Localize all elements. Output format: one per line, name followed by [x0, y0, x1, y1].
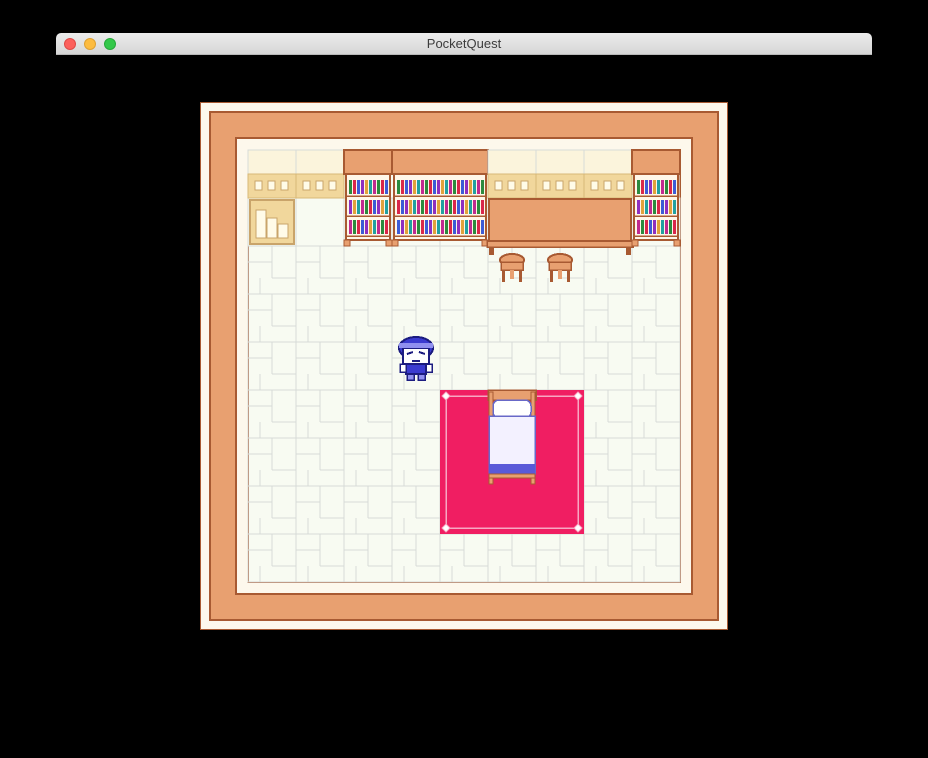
bed — [487, 389, 537, 485]
bookshelf-left — [343, 149, 393, 247]
cupboard-left-2 — [295, 149, 345, 199]
window-title: PocketQuest — [426, 36, 502, 51]
bookshelf-right — [631, 149, 681, 247]
cupboard-left — [247, 149, 297, 245]
bookshelf-wide — [391, 149, 489, 247]
counter — [486, 149, 634, 255]
stool-right — [547, 253, 573, 282]
stool-left — [499, 253, 525, 282]
window-titlebar: PocketQuest — [56, 33, 872, 55]
game-viewport[interactable] — [200, 102, 728, 630]
